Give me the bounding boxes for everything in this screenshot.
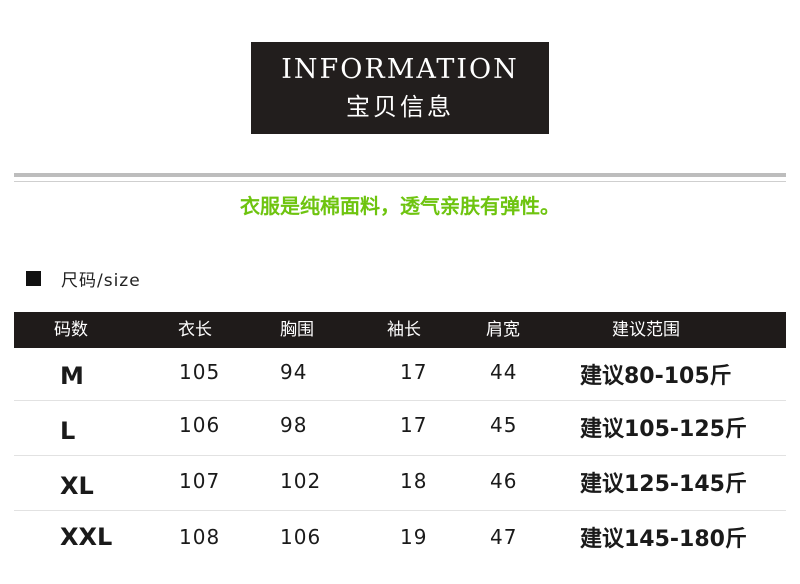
cell-length: 105: [179, 360, 221, 384]
cell-sleeve: 17: [400, 413, 428, 437]
table-row: M 105 94 17 44 建议80-105斤: [14, 348, 786, 401]
cell-chest: 94: [280, 360, 308, 384]
header-sleeve: 袖长: [387, 320, 421, 340]
cell-size-code: XXL: [60, 523, 113, 551]
divider-thick: [14, 173, 786, 177]
cell-size-code: M: [60, 362, 84, 390]
cell-shoulder: 46: [490, 469, 518, 493]
header-chest: 胸围: [280, 320, 314, 340]
size-table-header: 码数 衣长 胸围 袖长 肩宽 建议范围: [14, 312, 786, 348]
cell-chest: 102: [280, 469, 322, 493]
header-recommended-range: 建议范围: [612, 320, 680, 340]
information-banner: INFORMATION 宝贝信息: [251, 42, 549, 134]
size-section-label: 尺码/size: [61, 270, 141, 291]
cell-recommended-range: 建议145-180斤: [580, 527, 747, 552]
cell-sleeve: 17: [400, 360, 428, 384]
header-length: 衣长: [178, 320, 212, 340]
header-size-code: 码数: [54, 320, 88, 340]
cell-sleeve: 18: [400, 469, 428, 493]
divider-thin: [14, 181, 786, 182]
cell-chest: 106: [280, 525, 322, 549]
cell-shoulder: 47: [490, 525, 518, 549]
cell-recommended-range: 建议80-105斤: [580, 364, 732, 389]
table-row: XXL 108 106 19 47 建议145-180斤: [14, 511, 786, 565]
cell-recommended-range: 建议125-145斤: [580, 472, 747, 497]
table-row: XL 107 102 18 46 建议125-145斤: [14, 456, 786, 511]
cell-length: 107: [179, 469, 221, 493]
cell-recommended-range: 建议105-125斤: [580, 417, 747, 442]
cell-length: 108: [179, 525, 221, 549]
cell-size-code: XL: [60, 472, 94, 500]
cell-size-code: L: [60, 417, 76, 445]
size-table: 码数 衣长 胸围 袖长 肩宽 建议范围 M 105 94 17 44 建议80-…: [14, 312, 786, 565]
header-shoulder: 肩宽: [486, 320, 520, 340]
cell-chest: 98: [280, 413, 308, 437]
cell-shoulder: 44: [490, 360, 518, 384]
cell-shoulder: 45: [490, 413, 518, 437]
black-square-icon: [26, 270, 41, 286]
fabric-tagline: 衣服是纯棉面料，透气亲肤有弹性。: [240, 194, 560, 218]
cell-length: 106: [179, 413, 221, 437]
table-row: L 106 98 17 45 建议105-125斤: [14, 401, 786, 456]
size-section-heading: 尺码/size: [26, 266, 141, 291]
banner-title-en: INFORMATION: [281, 54, 519, 85]
cell-sleeve: 19: [400, 525, 428, 549]
banner-title-cn: 宝贝信息: [346, 93, 454, 121]
